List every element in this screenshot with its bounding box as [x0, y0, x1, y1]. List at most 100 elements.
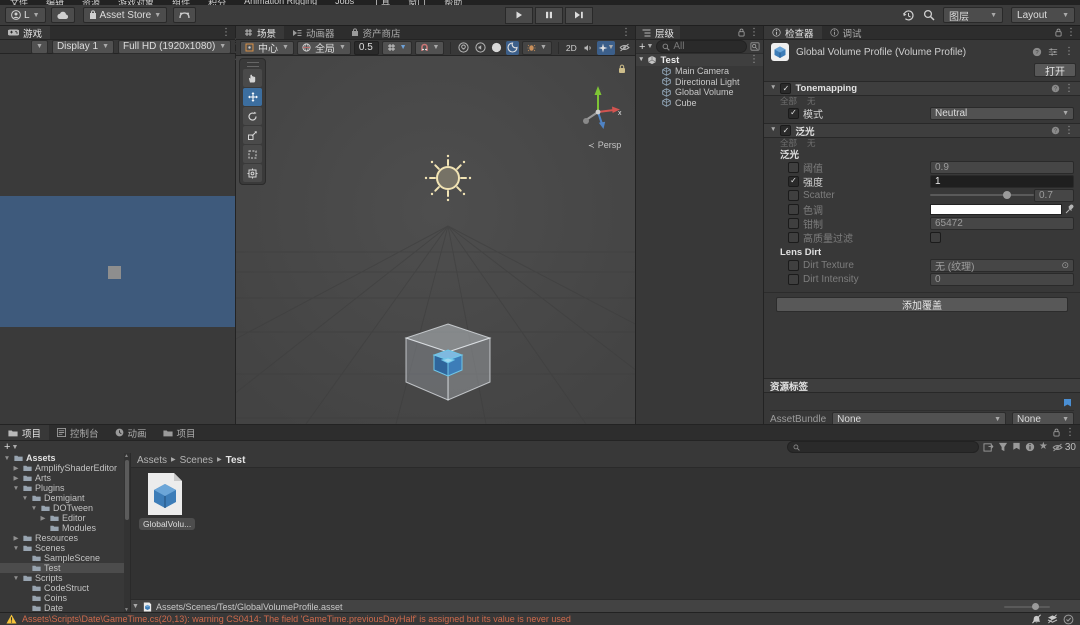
project-create-button[interactable]: +▼ — [4, 441, 18, 453]
scatter-slider[interactable] — [930, 194, 1034, 196]
scene-lighting-toggle[interactable] — [457, 41, 470, 55]
tint-override-checkbox[interactable] — [788, 204, 799, 215]
hierarchy-kebab-icon[interactable]: ⋮ — [749, 28, 759, 38]
scrollbar-thumb[interactable] — [125, 460, 129, 520]
scatter-slider-handle[interactable] — [1003, 191, 1011, 199]
tonemapping-enabled-checkbox[interactable]: ✓ — [780, 83, 791, 94]
breadcrumb-test[interactable]: Test — [226, 455, 246, 466]
tab-debug[interactable]: 调试 — [822, 26, 870, 39]
scroll-up-icon[interactable]: ▲ — [124, 453, 129, 459]
tree-expand-icon[interactable]: ▶ — [39, 514, 47, 522]
tree-expand-icon[interactable]: ▼ — [12, 545, 20, 552]
hidden-objects-toggle[interactable] — [618, 41, 631, 55]
project-tree-item-samplescene[interactable]: SampleScene — [0, 553, 124, 563]
dirt-texture-field[interactable]: 无 (纹理)⊙ — [930, 259, 1074, 272]
background-tasks-icon[interactable] — [1063, 614, 1074, 625]
scene-menu-kebab-icon[interactable]: ⋮ — [621, 28, 631, 38]
mode-override-checkbox[interactable]: ✓ — [788, 108, 799, 119]
tab-game[interactable]: 游戏 — [0, 26, 50, 39]
filter-by-type-icon[interactable] — [998, 442, 1008, 452]
tree-expand-icon[interactable]: ▼ — [12, 485, 20, 492]
project-tree-item-editor[interactable]: ▶Editor — [0, 513, 124, 523]
project-tree-item-test[interactable]: Test — [0, 563, 124, 573]
project-search-input[interactable] — [787, 441, 979, 453]
scene-audio-toggle[interactable] — [473, 41, 486, 55]
bloom-enabled-checkbox[interactable]: ✓ — [780, 125, 791, 136]
inspector-header-kebab-icon[interactable]: ⋮ — [1064, 47, 1074, 57]
tab-scene[interactable]: 场景 — [236, 26, 284, 39]
rotate-tool-button[interactable] — [243, 107, 262, 125]
play-button[interactable] — [505, 7, 533, 24]
tab-project[interactable]: 项目 — [0, 425, 49, 440]
project-tree-item-plugins[interactable]: ▼Plugins — [0, 483, 124, 493]
search-save-icon[interactable] — [750, 42, 760, 51]
audio-mute-toggle[interactable] — [581, 41, 594, 55]
threshold-override-checkbox[interactable] — [788, 162, 799, 173]
step-button[interactable] — [565, 7, 593, 24]
notifications-muted-icon[interactable] — [1031, 614, 1042, 624]
tab-project-2[interactable]: 项目 — [155, 425, 204, 440]
add-override-button[interactable]: 添加覆盖 — [776, 297, 1068, 312]
hierarchy-search-input[interactable]: All — [656, 40, 747, 53]
game-viewport[interactable] — [0, 54, 235, 424]
project-tree-item-assets[interactable]: ▼Assets — [0, 453, 124, 463]
info-icon[interactable] — [1025, 442, 1035, 452]
project-tree-item-coins[interactable]: Coins — [0, 593, 124, 603]
asset-labels-header[interactable]: 资源标签 — [764, 378, 1080, 393]
orientation-gizmo[interactable]: x — [574, 82, 626, 132]
inspector-lock-icon[interactable] — [1055, 28, 1062, 37]
project-tree-item-arts[interactable]: ▶Arts — [0, 473, 124, 483]
scene-lock-icon[interactable] — [618, 64, 626, 74]
tree-expand-icon[interactable]: ▶ — [12, 464, 20, 472]
project-tree-item-resources[interactable]: ▶Resources — [0, 533, 124, 543]
project-lock-icon[interactable] — [1053, 428, 1060, 437]
scatter-value-field[interactable]: 0.7 — [1034, 189, 1074, 202]
asset-labels-tag-icon[interactable] — [1063, 398, 1072, 409]
tab-hierarchy[interactable]: 层级 — [636, 26, 680, 39]
cube-object[interactable] — [400, 320, 496, 406]
inspector-kebab-icon[interactable]: ⋮ — [1066, 28, 1076, 38]
tree-expand-icon[interactable]: ▼ — [21, 495, 29, 502]
project-content-area[interactable]: GlobalVolu... — [130, 468, 1080, 599]
directional-light-gizmo[interactable] — [422, 152, 474, 204]
game-menu-kebab-icon[interactable]: ⋮ — [221, 28, 231, 38]
move-tool-button[interactable] — [243, 88, 262, 106]
dirt-texture-override-checkbox[interactable] — [788, 260, 799, 271]
dirt-intensity-field[interactable]: 0 — [930, 273, 1074, 286]
asset-store-button[interactable]: Asset Store▼ — [83, 7, 168, 23]
clamp-override-checkbox[interactable] — [788, 218, 799, 229]
scale-tool-button[interactable] — [243, 126, 262, 144]
hierarchy-item-global-volume[interactable]: Global Volume — [636, 87, 763, 98]
game-display-dropdown[interactable]: Display 1▼ — [52, 40, 114, 54]
pivot-dropdown[interactable]: 中心▼ — [240, 41, 294, 55]
filter-by-label-icon[interactable] — [1012, 442, 1021, 452]
tab-console[interactable]: 控制台 — [49, 425, 107, 440]
hierarchy-scene-row[interactable]: ▼ Test ⋮ — [636, 54, 763, 66]
project-tree-item-modules[interactable]: Modules — [0, 523, 124, 533]
search-icon[interactable] — [923, 9, 935, 21]
clamp-field[interactable]: 65472 — [930, 217, 1074, 230]
game-aspect-dropdown[interactable]: ▼ — [31, 40, 48, 54]
hidden-count-indicator[interactable]: 30 — [1052, 442, 1076, 453]
project-tree-item-scenes[interactable]: ▼Scenes — [0, 543, 124, 553]
object-picker-icon[interactable]: ⊙ — [1061, 260, 1069, 271]
hqf-override-checkbox[interactable] — [788, 232, 799, 243]
project-tree-item-codestruct[interactable]: CodeStruct — [0, 583, 124, 593]
help-icon[interactable]: ? — [1032, 47, 1042, 57]
intensity-override-checkbox[interactable]: ✓ — [788, 176, 799, 187]
help-icon[interactable]: ? — [1051, 126, 1060, 135]
dirt-intensity-override-checkbox[interactable] — [788, 274, 799, 285]
presets-icon[interactable] — [1048, 47, 1058, 57]
help-icon[interactable]: ? — [1051, 84, 1060, 93]
mode-dropdown[interactable]: Neutral▼ — [930, 107, 1074, 120]
projection-indicator[interactable]: ≺ Persp — [588, 140, 621, 150]
project-kebab-icon[interactable]: ⋮ — [1065, 428, 1075, 438]
rect-tool-button[interactable] — [243, 145, 262, 163]
project-tree-item-amplifyshadereditor[interactable]: ▶AmplifyShaderEditor — [0, 463, 124, 473]
scene-effects-toggle[interactable] — [490, 41, 503, 55]
asset-item-globalvolumeprofile[interactable]: GlobalVolu... — [139, 472, 191, 530]
tree-expand-icon[interactable]: ▶ — [12, 534, 20, 542]
effects-visibility-dropdown[interactable]: ▼ — [597, 41, 615, 55]
thumbnail-size-slider[interactable] — [1004, 606, 1050, 608]
collapse-icon[interactable]: ▼ — [132, 603, 139, 610]
